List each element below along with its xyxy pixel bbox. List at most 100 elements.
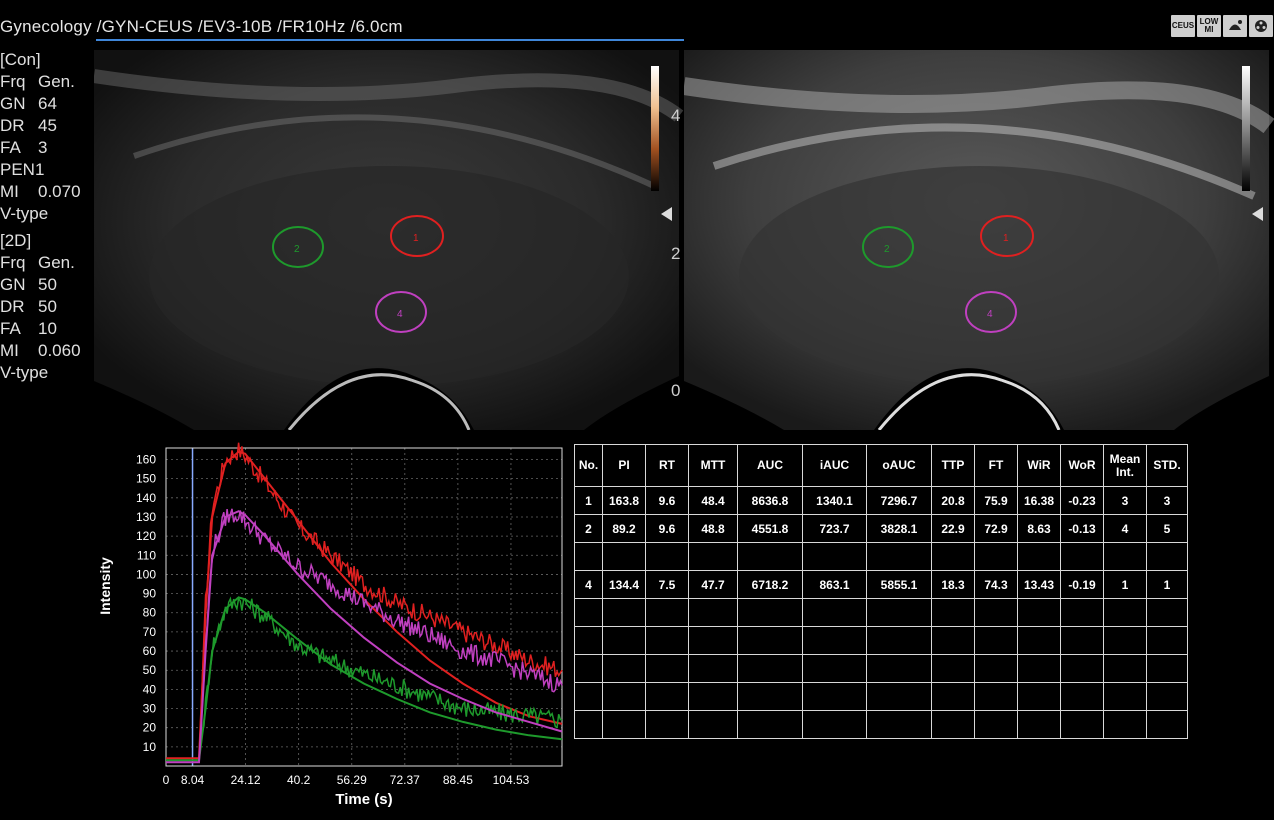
table-cell <box>688 654 738 683</box>
param-value: 3 <box>38 138 48 157</box>
mode-icons: CEUS LOW MI <box>1171 15 1273 37</box>
time-intensity-chart: 10 20 30 40 50 60 70 80 90 100 110 120 130 140 150 160 0… <box>90 438 568 814</box>
table-cell <box>931 598 975 627</box>
table-cell: 3828.1 <box>866 514 932 543</box>
ceus-mode-icon[interactable]: CEUS <box>1171 15 1195 37</box>
table-row[interactable] <box>574 626 1188 655</box>
table-cell <box>737 626 803 655</box>
table-cell: 1 <box>1103 570 1147 599</box>
table-row[interactable]: 4 134.4 7.5 47.7 6718.2 863.1 5855.1 18.3 74.3 13… <box>574 570 1188 599</box>
table-cell <box>737 710 803 739</box>
table-header-cell: MTT <box>688 444 738 487</box>
table-cell: 48.4 <box>688 486 738 515</box>
table-cell <box>645 654 689 683</box>
bmode-ultrasound-image[interactable]: 1 2 4 <box>682 46 1274 431</box>
y-tick-label: 70 <box>143 625 157 639</box>
x-tick-label: 24.12 <box>231 773 261 787</box>
x-tick-label: 88.45 <box>443 773 473 787</box>
table-cell <box>1103 682 1147 711</box>
y-tick-label: 60 <box>143 644 157 658</box>
y-axis-label: Intensity <box>97 557 113 615</box>
low-mi-icon[interactable]: LOW MI <box>1197 15 1221 37</box>
param-key: DR <box>0 116 25 135</box>
table-cell: 3 <box>1146 486 1188 515</box>
table-row[interactable] <box>574 542 1188 571</box>
table-cell <box>645 626 689 655</box>
table-row[interactable] <box>574 654 1188 683</box>
table-cell: 4 <box>1103 514 1147 543</box>
table-cell <box>802 598 867 627</box>
y-tick-label: 130 <box>136 510 156 524</box>
focus-marker-icon[interactable] <box>661 207 672 221</box>
x-tick-label: 56.29 <box>337 773 367 787</box>
table-row[interactable] <box>574 710 1188 739</box>
table-cell <box>931 710 975 739</box>
table-cell <box>602 542 646 571</box>
param-value: 50 <box>38 297 57 316</box>
focus-marker-icon[interactable] <box>1252 207 1263 221</box>
param-key: Frq <box>0 72 26 91</box>
table-cell: -0.23 <box>1060 486 1104 515</box>
table-cell <box>866 598 932 627</box>
table-cell <box>574 710 603 739</box>
table-cell <box>574 682 603 711</box>
table-cell <box>866 654 932 683</box>
table-cell: 723.7 <box>802 514 867 543</box>
table-row[interactable]: 1 163.8 9.6 48.4 8636.8 1340.1 7296.7 20.8 75.9 1… <box>574 486 1188 515</box>
table-cell <box>645 542 689 571</box>
param-key: GN <box>0 94 26 113</box>
contrast-ultrasound-image[interactable]: 1 2 4 <box>92 46 684 431</box>
table-cell <box>1060 598 1104 627</box>
table-cell <box>1060 542 1104 571</box>
table-cell: 1 <box>574 486 603 515</box>
table-cell <box>974 682 1018 711</box>
param-value: 50 <box>38 275 57 294</box>
table-cell <box>974 598 1018 627</box>
film-icon[interactable] <box>1249 15 1273 37</box>
table-cell: 4551.8 <box>737 514 803 543</box>
2d-params-title: [2D] <box>0 231 32 250</box>
table-row[interactable]: 2 89.2 9.6 48.8 4551.8 723.7 3828.1 22.9 72.9 8.6… <box>574 514 1188 543</box>
y-tick-label: 120 <box>136 529 156 543</box>
table-row[interactable] <box>574 598 1188 627</box>
table-header-cell: RT <box>645 444 689 487</box>
x-tick-label: 72.37 <box>390 773 420 787</box>
table-cell <box>574 626 603 655</box>
table-cell: -0.19 <box>1060 570 1104 599</box>
table-cell <box>1060 710 1104 739</box>
table-cell <box>1103 626 1147 655</box>
table-cell: 134.4 <box>602 570 646 599</box>
table-cell <box>1146 542 1188 571</box>
table-cell: 5855.1 <box>866 570 932 599</box>
table-cell <box>802 682 867 711</box>
x-tick-label: 104.53 <box>493 773 530 787</box>
y-tick-label: 50 <box>143 663 157 677</box>
probe-icon[interactable] <box>1223 15 1247 37</box>
table-cell: 9.6 <box>645 486 689 515</box>
table-cell <box>974 542 1018 571</box>
param-key: DR <box>0 297 25 316</box>
roi-label: 1 <box>1003 233 1009 244</box>
param-key: V-type <box>0 363 49 382</box>
table-cell: 16.38 <box>1017 486 1061 515</box>
table-cell <box>688 710 738 739</box>
table-cell: 18.3 <box>931 570 975 599</box>
y-tick-label: 140 <box>136 491 156 505</box>
table-cell: 3 <box>1103 486 1147 515</box>
y-tick-label: 30 <box>143 702 157 716</box>
table-cell <box>866 626 932 655</box>
table-cell <box>1103 654 1147 683</box>
param-key: MI <box>0 182 19 201</box>
x-axis-label: Time (s) <box>335 791 392 808</box>
table-cell <box>974 710 1018 739</box>
y-tick-label: 110 <box>137 548 156 562</box>
y-tick-label: 20 <box>143 721 157 735</box>
table-cell <box>931 682 975 711</box>
roi-label: 2 <box>294 244 300 255</box>
y-tick-label: 150 <box>136 472 156 486</box>
table-row[interactable] <box>574 682 1188 711</box>
param-value: 10 <box>38 319 57 338</box>
depth-tick-label: 4 <box>671 106 681 125</box>
y-tick-label: 90 <box>143 587 157 601</box>
x-tick-label: 8.04 <box>181 773 205 787</box>
